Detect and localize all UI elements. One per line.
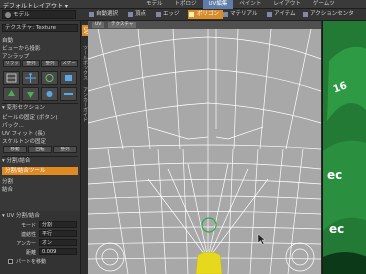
part-move-checkbox[interactable] xyxy=(8,259,13,264)
anchor-toggle[interactable]: オン xyxy=(39,239,77,246)
jersey-render: 16 ec ec xyxy=(323,21,366,274)
mode-select[interactable]: 分割 xyxy=(39,221,77,228)
move-arrows-icon[interactable] xyxy=(22,71,39,85)
tab-game-tools[interactable]: ゲームツ xyxy=(307,0,341,9)
uv-fit-item[interactable]: UV フィット (長) xyxy=(2,129,78,137)
svg-text:ec: ec xyxy=(329,222,344,236)
item-label: アイテム xyxy=(274,11,296,17)
uv-viewport[interactable]: UV テクスチャ xyxy=(88,21,321,274)
vertex-icon xyxy=(128,12,133,17)
uv-view-button[interactable]: UV xyxy=(92,22,105,28)
auto-item[interactable]: 自動 xyxy=(2,36,78,44)
connectivity-select[interactable]: 平行 xyxy=(39,230,77,237)
tab-model[interactable]: モデル xyxy=(140,0,169,9)
polygon-label: ポリゴン xyxy=(197,11,220,17)
mode-label: モード xyxy=(20,223,36,229)
action-center-button[interactable]: アクションセンタ xyxy=(302,10,354,19)
connectivity-label: 連結性 xyxy=(20,232,36,238)
transform-icon-row-2 xyxy=(3,87,77,101)
divider xyxy=(2,103,78,104)
auto-select-icon xyxy=(89,12,94,17)
uv-button-row: リラックス 整列 整列 スケール xyxy=(3,60,78,67)
material-mode-button[interactable]: マテリアル xyxy=(222,10,257,19)
mode-dropdown[interactable]: モデル xyxy=(2,10,76,19)
vertical-tab-strip: UV ツールボックス アンカーガイド xyxy=(80,21,88,274)
vertex-label: 頂点 xyxy=(135,11,147,17)
scale-icon[interactable] xyxy=(60,71,77,85)
model-mode-icon xyxy=(5,12,11,18)
rotate-icon[interactable] xyxy=(41,71,58,85)
selection-toolbar: モデル 自動選択 頂点 エッジ ポリゴン マテリアル アイテム アクションセンタ xyxy=(0,9,366,21)
align-mini-button[interactable]: 整列 xyxy=(53,146,77,153)
scale-button[interactable]: スケール xyxy=(60,60,78,67)
straighten-icon[interactable] xyxy=(60,87,77,101)
texture-dropdown[interactable]: テクスチャ: Texture xyxy=(2,24,78,32)
align-button[interactable]: 整列 xyxy=(22,60,40,67)
material-label: マテリアル xyxy=(230,11,258,17)
tab-paint[interactable]: ペイント xyxy=(233,0,267,9)
move-mini-button[interactable]: 移動 xyxy=(3,146,27,153)
split-combine-tool-item[interactable]: 分割/結合ツール xyxy=(2,167,78,175)
transform-icon-row-1 xyxy=(3,71,77,85)
skeleton-lock-item[interactable]: スケルトンの固定 xyxy=(2,137,78,145)
flip-down-icon[interactable] xyxy=(22,87,39,101)
flip-up-icon[interactable] xyxy=(3,87,20,101)
combine-item[interactable]: 結合 xyxy=(2,185,78,193)
tab-layout[interactable]: レイアウト xyxy=(267,0,307,9)
tab-uv-edit[interactable]: UV編集 xyxy=(202,0,234,9)
top-menubar: デフォルトレイアウト ▾ モデル トポロジ UV編集 ペイント レイアウト ゲー… xyxy=(0,0,366,10)
mini-button-row: 移動 回転 整列 xyxy=(3,146,77,153)
svg-text:ec: ec xyxy=(327,168,342,182)
part-move-label: パートを移動 xyxy=(16,259,47,265)
uv-mesh-canvas[interactable] xyxy=(88,29,321,274)
deform-section-header[interactable]: ▾ 変形セクション xyxy=(2,105,78,112)
divider xyxy=(2,156,78,157)
material-icon xyxy=(223,12,228,17)
layout-tabs: モデル トポロジ UV編集 ペイント レイアウト ゲームツ xyxy=(140,0,341,9)
pack-item[interactable]: パック... xyxy=(2,121,78,129)
auto-select-button[interactable]: 自動選択 xyxy=(88,10,118,19)
edge-label: エッジ xyxy=(163,11,180,17)
uv-tools-panel: テクスチャ: Texture 自動 ビューから投影 アンラップ リラックス 整列… xyxy=(0,21,80,274)
anchor-label: アンカー xyxy=(16,241,36,247)
distance-label: 距離 xyxy=(25,250,36,256)
polygon-icon xyxy=(189,12,194,17)
item-mode-button[interactable]: アイテム xyxy=(266,10,295,19)
texture-view-button[interactable]: テクスチャ xyxy=(108,22,137,28)
split-section-header[interactable]: ▾ 分割/結合 xyxy=(2,158,78,165)
action-center-label: アクションセンタ xyxy=(310,11,354,17)
3d-preview-viewport[interactable]: 16 ec ec xyxy=(322,21,366,274)
relax-button[interactable]: リラックス xyxy=(3,60,21,67)
tool-properties-panel: ▾ UV 分割/結合 モード 分割 連結性 平行 アンカー オン 距離 0.00… xyxy=(0,211,80,274)
split-item[interactable]: 分割 xyxy=(2,177,78,185)
uv-grid-icon[interactable] xyxy=(3,71,20,85)
edge-icon xyxy=(156,12,161,17)
mode-value: モデル xyxy=(13,12,30,18)
auto-select-label: 自動選択 xyxy=(96,11,119,17)
edge-mode-button[interactable]: エッジ xyxy=(155,10,180,19)
viewport-header: UV テクスチャ xyxy=(88,21,321,29)
project-from-view-item[interactable]: ビューから投影 xyxy=(2,44,78,52)
unwrap-item[interactable]: アンラップ xyxy=(2,52,78,60)
rotate-mini-button[interactable]: 回転 xyxy=(28,146,52,153)
peel-lock-item[interactable]: ピールの固定 (ボタン) xyxy=(2,113,78,121)
align-button-2[interactable]: 整列 xyxy=(41,60,59,67)
action-center-icon xyxy=(303,12,308,17)
item-icon xyxy=(267,12,272,17)
tab-topology[interactable]: トポロジ xyxy=(169,0,203,9)
polygon-mode-button[interactable]: ポリゴン xyxy=(188,10,224,19)
distance-input[interactable]: 0.009 xyxy=(39,248,77,255)
fit-icon[interactable] xyxy=(41,87,58,101)
vertex-mode-button[interactable]: 頂点 xyxy=(127,10,146,19)
uv-split-props-header[interactable]: ▾ UV 分割/結合 xyxy=(2,213,78,220)
